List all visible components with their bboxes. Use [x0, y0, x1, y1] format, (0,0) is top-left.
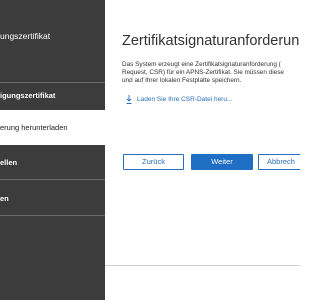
step-2-label: igungszertifikat: [0, 91, 56, 100]
step-3-label: erung herunterladen: [0, 123, 68, 132]
cancel-button[interactable]: Abbrech: [258, 154, 300, 170]
description-line: Das System erzeugt eine Zertifikatsignat…: [122, 61, 281, 68]
description-line: Request, CSR) für ein APNS-Zertifikat. S…: [122, 69, 284, 77]
page-title: Zertifikatsignaturanforderung: [122, 33, 300, 49]
back-button[interactable]: Zurück: [123, 154, 184, 170]
step-3-current[interactable]: erung herunterladen: [0, 110, 105, 145]
main-panel: Zertifikatsignaturanforderung Das System…: [105, 0, 300, 300]
step-5-label: en: [0, 194, 9, 203]
download-csr-link-label: Laden Sie Ihre CSR-Datei heru...: [137, 96, 233, 103]
step-2[interactable]: igungszertifikat: [0, 82, 105, 110]
step-1-label: ungszertifikat: [0, 31, 51, 41]
download-csr-link[interactable]: Laden Sie Ihre CSR-Datei heru...: [126, 95, 232, 104]
footer-divider: [105, 265, 300, 266]
sidebar-filler: [0, 215, 105, 300]
step-1[interactable]: ungszertifikat: [0, 0, 105, 82]
wizard-steps-sidebar: ungszertifikat igungszertifikat erung he…: [0, 0, 105, 300]
download-icon: [126, 95, 132, 104]
wizard-window: ungszertifikat igungszertifikat erung he…: [0, 0, 300, 300]
description-text: Das System erzeugt eine Zertifikatsignat…: [122, 61, 300, 86]
step-5[interactable]: en: [0, 179, 105, 215]
next-button[interactable]: Weiter: [191, 154, 253, 170]
step-4-label: ellen: [0, 158, 18, 167]
description-line: und auf Ihrer lokalen Festplatte speiche…: [122, 77, 242, 85]
step-4[interactable]: ellen: [0, 145, 105, 179]
